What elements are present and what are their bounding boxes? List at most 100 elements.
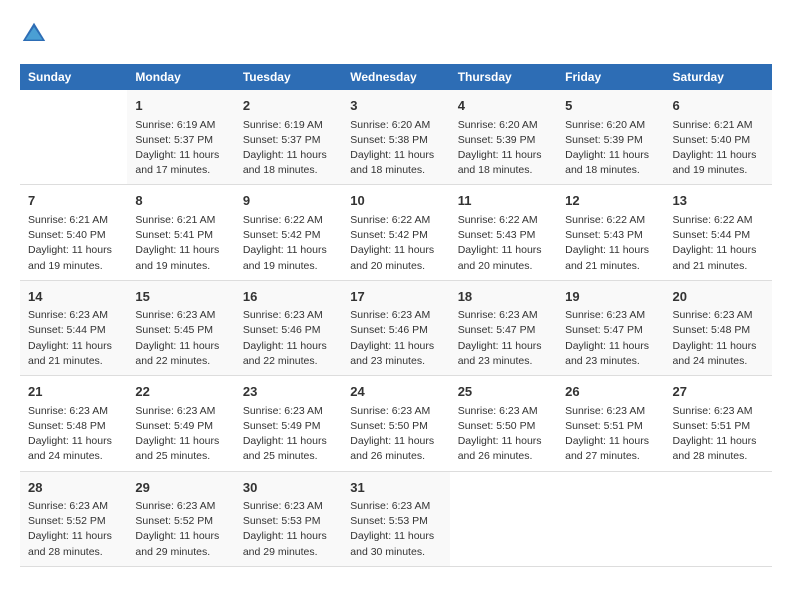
day-info: Sunrise: 6:23 AMSunset: 5:49 PMDaylight:…	[135, 404, 226, 465]
day-number: 15	[135, 287, 226, 307]
day-info: Sunrise: 6:23 AMSunset: 5:49 PMDaylight:…	[243, 404, 334, 465]
day-cell: 13Sunrise: 6:22 AMSunset: 5:44 PMDayligh…	[665, 185, 772, 280]
day-number: 18	[458, 287, 549, 307]
day-info: Sunrise: 6:23 AMSunset: 5:47 PMDaylight:…	[565, 308, 656, 369]
day-number: 24	[350, 382, 441, 402]
day-cell	[665, 471, 772, 566]
day-number: 23	[243, 382, 334, 402]
day-cell: 10Sunrise: 6:22 AMSunset: 5:42 PMDayligh…	[342, 185, 449, 280]
day-number: 27	[673, 382, 764, 402]
calendar-header: SundayMondayTuesdayWednesdayThursdayFrid…	[20, 64, 772, 90]
day-cell: 7Sunrise: 6:21 AMSunset: 5:40 PMDaylight…	[20, 185, 127, 280]
day-number: 14	[28, 287, 119, 307]
day-info: Sunrise: 6:21 AMSunset: 5:41 PMDaylight:…	[135, 213, 226, 274]
weekday-header-sunday: Sunday	[20, 64, 127, 90]
day-cell: 28Sunrise: 6:23 AMSunset: 5:52 PMDayligh…	[20, 471, 127, 566]
day-cell: 27Sunrise: 6:23 AMSunset: 5:51 PMDayligh…	[665, 376, 772, 471]
day-info: Sunrise: 6:23 AMSunset: 5:46 PMDaylight:…	[350, 308, 441, 369]
day-number: 28	[28, 478, 119, 498]
day-cell: 29Sunrise: 6:23 AMSunset: 5:52 PMDayligh…	[127, 471, 234, 566]
weekday-header-saturday: Saturday	[665, 64, 772, 90]
day-cell: 12Sunrise: 6:22 AMSunset: 5:43 PMDayligh…	[557, 185, 664, 280]
day-cell: 25Sunrise: 6:23 AMSunset: 5:50 PMDayligh…	[450, 376, 557, 471]
weekday-header-wednesday: Wednesday	[342, 64, 449, 90]
calendar-body: 1Sunrise: 6:19 AMSunset: 5:37 PMDaylight…	[20, 90, 772, 566]
day-number: 9	[243, 191, 334, 211]
day-cell: 5Sunrise: 6:20 AMSunset: 5:39 PMDaylight…	[557, 90, 664, 185]
day-number: 22	[135, 382, 226, 402]
day-info: Sunrise: 6:23 AMSunset: 5:53 PMDaylight:…	[243, 499, 334, 560]
weekday-header-friday: Friday	[557, 64, 664, 90]
calendar-table: SundayMondayTuesdayWednesdayThursdayFrid…	[20, 64, 772, 567]
day-number: 2	[243, 96, 334, 116]
day-cell: 4Sunrise: 6:20 AMSunset: 5:39 PMDaylight…	[450, 90, 557, 185]
day-cell: 26Sunrise: 6:23 AMSunset: 5:51 PMDayligh…	[557, 376, 664, 471]
day-number: 16	[243, 287, 334, 307]
day-cell	[450, 471, 557, 566]
logo	[20, 20, 52, 48]
day-number: 20	[673, 287, 764, 307]
weekday-header-tuesday: Tuesday	[235, 64, 342, 90]
day-number: 1	[135, 96, 226, 116]
day-number: 31	[350, 478, 441, 498]
day-info: Sunrise: 6:23 AMSunset: 5:48 PMDaylight:…	[28, 404, 119, 465]
week-row-2: 7Sunrise: 6:21 AMSunset: 5:40 PMDaylight…	[20, 185, 772, 280]
day-info: Sunrise: 6:23 AMSunset: 5:47 PMDaylight:…	[458, 308, 549, 369]
day-info: Sunrise: 6:21 AMSunset: 5:40 PMDaylight:…	[28, 213, 119, 274]
day-cell: 22Sunrise: 6:23 AMSunset: 5:49 PMDayligh…	[127, 376, 234, 471]
day-number: 6	[673, 96, 764, 116]
day-info: Sunrise: 6:23 AMSunset: 5:50 PMDaylight:…	[458, 404, 549, 465]
day-number: 30	[243, 478, 334, 498]
day-cell: 9Sunrise: 6:22 AMSunset: 5:42 PMDaylight…	[235, 185, 342, 280]
day-cell: 24Sunrise: 6:23 AMSunset: 5:50 PMDayligh…	[342, 376, 449, 471]
day-info: Sunrise: 6:22 AMSunset: 5:42 PMDaylight:…	[243, 213, 334, 274]
week-row-4: 21Sunrise: 6:23 AMSunset: 5:48 PMDayligh…	[20, 376, 772, 471]
day-info: Sunrise: 6:23 AMSunset: 5:48 PMDaylight:…	[673, 308, 764, 369]
day-info: Sunrise: 6:19 AMSunset: 5:37 PMDaylight:…	[135, 118, 226, 179]
day-info: Sunrise: 6:20 AMSunset: 5:38 PMDaylight:…	[350, 118, 441, 179]
day-number: 12	[565, 191, 656, 211]
day-info: Sunrise: 6:23 AMSunset: 5:52 PMDaylight:…	[135, 499, 226, 560]
day-info: Sunrise: 6:23 AMSunset: 5:46 PMDaylight:…	[243, 308, 334, 369]
day-number: 3	[350, 96, 441, 116]
day-cell	[20, 90, 127, 185]
day-cell: 31Sunrise: 6:23 AMSunset: 5:53 PMDayligh…	[342, 471, 449, 566]
day-info: Sunrise: 6:20 AMSunset: 5:39 PMDaylight:…	[458, 118, 549, 179]
page-header	[20, 20, 772, 48]
day-number: 7	[28, 191, 119, 211]
day-info: Sunrise: 6:23 AMSunset: 5:53 PMDaylight:…	[350, 499, 441, 560]
day-cell: 30Sunrise: 6:23 AMSunset: 5:53 PMDayligh…	[235, 471, 342, 566]
day-number: 5	[565, 96, 656, 116]
day-cell: 1Sunrise: 6:19 AMSunset: 5:37 PMDaylight…	[127, 90, 234, 185]
day-info: Sunrise: 6:23 AMSunset: 5:52 PMDaylight:…	[28, 499, 119, 560]
day-info: Sunrise: 6:23 AMSunset: 5:51 PMDaylight:…	[565, 404, 656, 465]
day-number: 17	[350, 287, 441, 307]
day-cell: 6Sunrise: 6:21 AMSunset: 5:40 PMDaylight…	[665, 90, 772, 185]
day-cell: 3Sunrise: 6:20 AMSunset: 5:38 PMDaylight…	[342, 90, 449, 185]
day-info: Sunrise: 6:20 AMSunset: 5:39 PMDaylight:…	[565, 118, 656, 179]
day-number: 21	[28, 382, 119, 402]
day-number: 25	[458, 382, 549, 402]
day-number: 4	[458, 96, 549, 116]
day-cell: 21Sunrise: 6:23 AMSunset: 5:48 PMDayligh…	[20, 376, 127, 471]
day-info: Sunrise: 6:22 AMSunset: 5:43 PMDaylight:…	[565, 213, 656, 274]
day-number: 8	[135, 191, 226, 211]
day-cell	[557, 471, 664, 566]
day-number: 13	[673, 191, 764, 211]
weekday-header-monday: Monday	[127, 64, 234, 90]
day-info: Sunrise: 6:22 AMSunset: 5:44 PMDaylight:…	[673, 213, 764, 274]
day-number: 29	[135, 478, 226, 498]
day-number: 10	[350, 191, 441, 211]
day-cell: 20Sunrise: 6:23 AMSunset: 5:48 PMDayligh…	[665, 280, 772, 375]
day-info: Sunrise: 6:23 AMSunset: 5:45 PMDaylight:…	[135, 308, 226, 369]
day-info: Sunrise: 6:22 AMSunset: 5:43 PMDaylight:…	[458, 213, 549, 274]
day-cell: 23Sunrise: 6:23 AMSunset: 5:49 PMDayligh…	[235, 376, 342, 471]
day-cell: 11Sunrise: 6:22 AMSunset: 5:43 PMDayligh…	[450, 185, 557, 280]
weekday-header-row: SundayMondayTuesdayWednesdayThursdayFrid…	[20, 64, 772, 90]
day-cell: 17Sunrise: 6:23 AMSunset: 5:46 PMDayligh…	[342, 280, 449, 375]
day-info: Sunrise: 6:22 AMSunset: 5:42 PMDaylight:…	[350, 213, 441, 274]
weekday-header-thursday: Thursday	[450, 64, 557, 90]
day-info: Sunrise: 6:19 AMSunset: 5:37 PMDaylight:…	[243, 118, 334, 179]
week-row-3: 14Sunrise: 6:23 AMSunset: 5:44 PMDayligh…	[20, 280, 772, 375]
week-row-5: 28Sunrise: 6:23 AMSunset: 5:52 PMDayligh…	[20, 471, 772, 566]
